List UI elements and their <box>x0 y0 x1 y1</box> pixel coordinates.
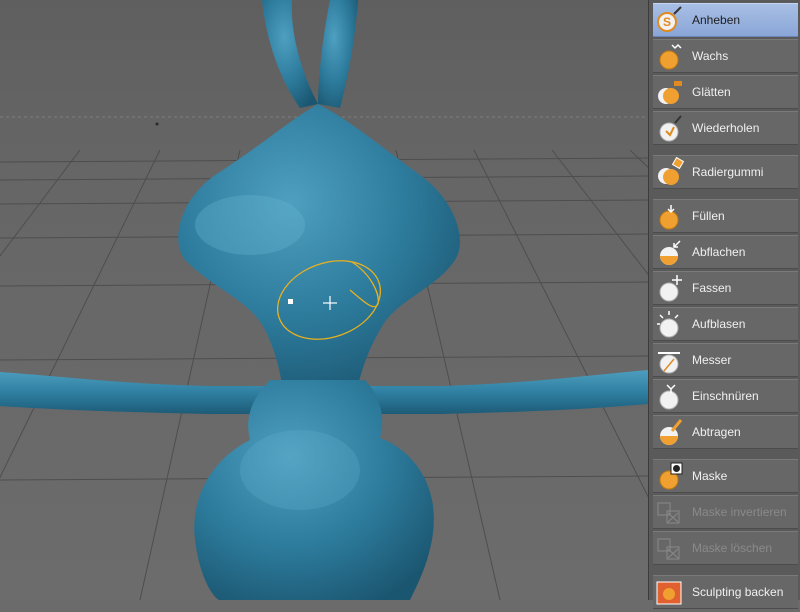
tool-button-füllen[interactable]: Füllen <box>653 199 798 233</box>
mask-invert-icon <box>654 497 684 527</box>
tool-button-sculpting-backen[interactable]: Sculpting backen <box>653 575 798 609</box>
tool-button-glätten[interactable]: Glätten <box>653 75 798 109</box>
inflate-icon <box>654 309 684 339</box>
viewport-dot <box>155 122 159 126</box>
tool-label: Wachs <box>692 49 729 63</box>
tool-label: Anheben <box>692 13 741 27</box>
tool-label: Abtragen <box>692 425 741 439</box>
tool-label: Fassen <box>692 281 732 295</box>
flatten-icon <box>654 237 684 267</box>
3d-viewport[interactable] <box>0 0 648 600</box>
tool-button-fassen[interactable]: Fassen <box>653 271 798 305</box>
sculpt-model <box>0 0 648 600</box>
eraser-icon <box>654 156 685 187</box>
knife-icon <box>654 345 684 375</box>
brush-pull-icon: S <box>654 5 684 35</box>
grab-icon <box>654 273 684 303</box>
tool-label: Wiederholen <box>692 121 760 135</box>
tool-label: Sculpting backen <box>692 585 784 599</box>
mask-icon <box>654 461 684 491</box>
bake-icon <box>654 577 684 607</box>
tool-label: Maske invertieren <box>692 505 787 519</box>
tool-label: Abflachen <box>692 245 746 259</box>
tool-button-wiederholen[interactable]: Wiederholen <box>653 111 798 145</box>
tool-button-wachs[interactable]: Wachs <box>653 39 798 73</box>
tool-label: Aufblasen <box>692 317 746 331</box>
tool-label: Glätten <box>692 85 731 99</box>
wax-sphere-icon <box>654 41 684 71</box>
tool-label: Maske löschen <box>692 541 773 555</box>
mask-clear-icon <box>654 533 684 563</box>
tool-button-messer[interactable]: Messer <box>653 343 798 377</box>
tool-button-maske-löschen: Maske löschen <box>653 531 798 565</box>
tool-button-maske-invertieren: Maske invertieren <box>653 495 798 529</box>
smooth-sphere-icon <box>654 77 684 107</box>
sculpt-tools-panel: S Anheben Wachs Glätten Wiederholen Radiergu… <box>648 0 800 609</box>
tool-button-einschnüren[interactable]: Einschnüren <box>653 379 798 413</box>
tool-button-abtragen[interactable]: Abtragen <box>653 415 798 449</box>
tool-label: Maske <box>692 469 728 483</box>
fill-icon <box>654 201 684 231</box>
tool-button-radiergummi[interactable]: Radiergummi <box>653 155 798 189</box>
tool-button-anheben[interactable]: S Anheben <box>653 3 798 37</box>
tool-label: Radiergummi <box>692 165 764 179</box>
tool-button-maske[interactable]: Maske <box>653 459 798 493</box>
tool-button-aufblasen[interactable]: Aufblasen <box>653 307 798 341</box>
scrape-icon <box>654 417 684 447</box>
tool-button-abflachen[interactable]: Abflachen <box>653 235 798 269</box>
tool-label: Füllen <box>692 209 725 223</box>
tool-label: Messer <box>692 353 732 367</box>
repeat-brush-icon <box>654 113 684 143</box>
svg-text:S: S <box>663 15 671 29</box>
brush-handle <box>288 299 293 304</box>
tool-label: Einschnüren <box>692 389 759 403</box>
pinch-icon <box>654 381 684 411</box>
